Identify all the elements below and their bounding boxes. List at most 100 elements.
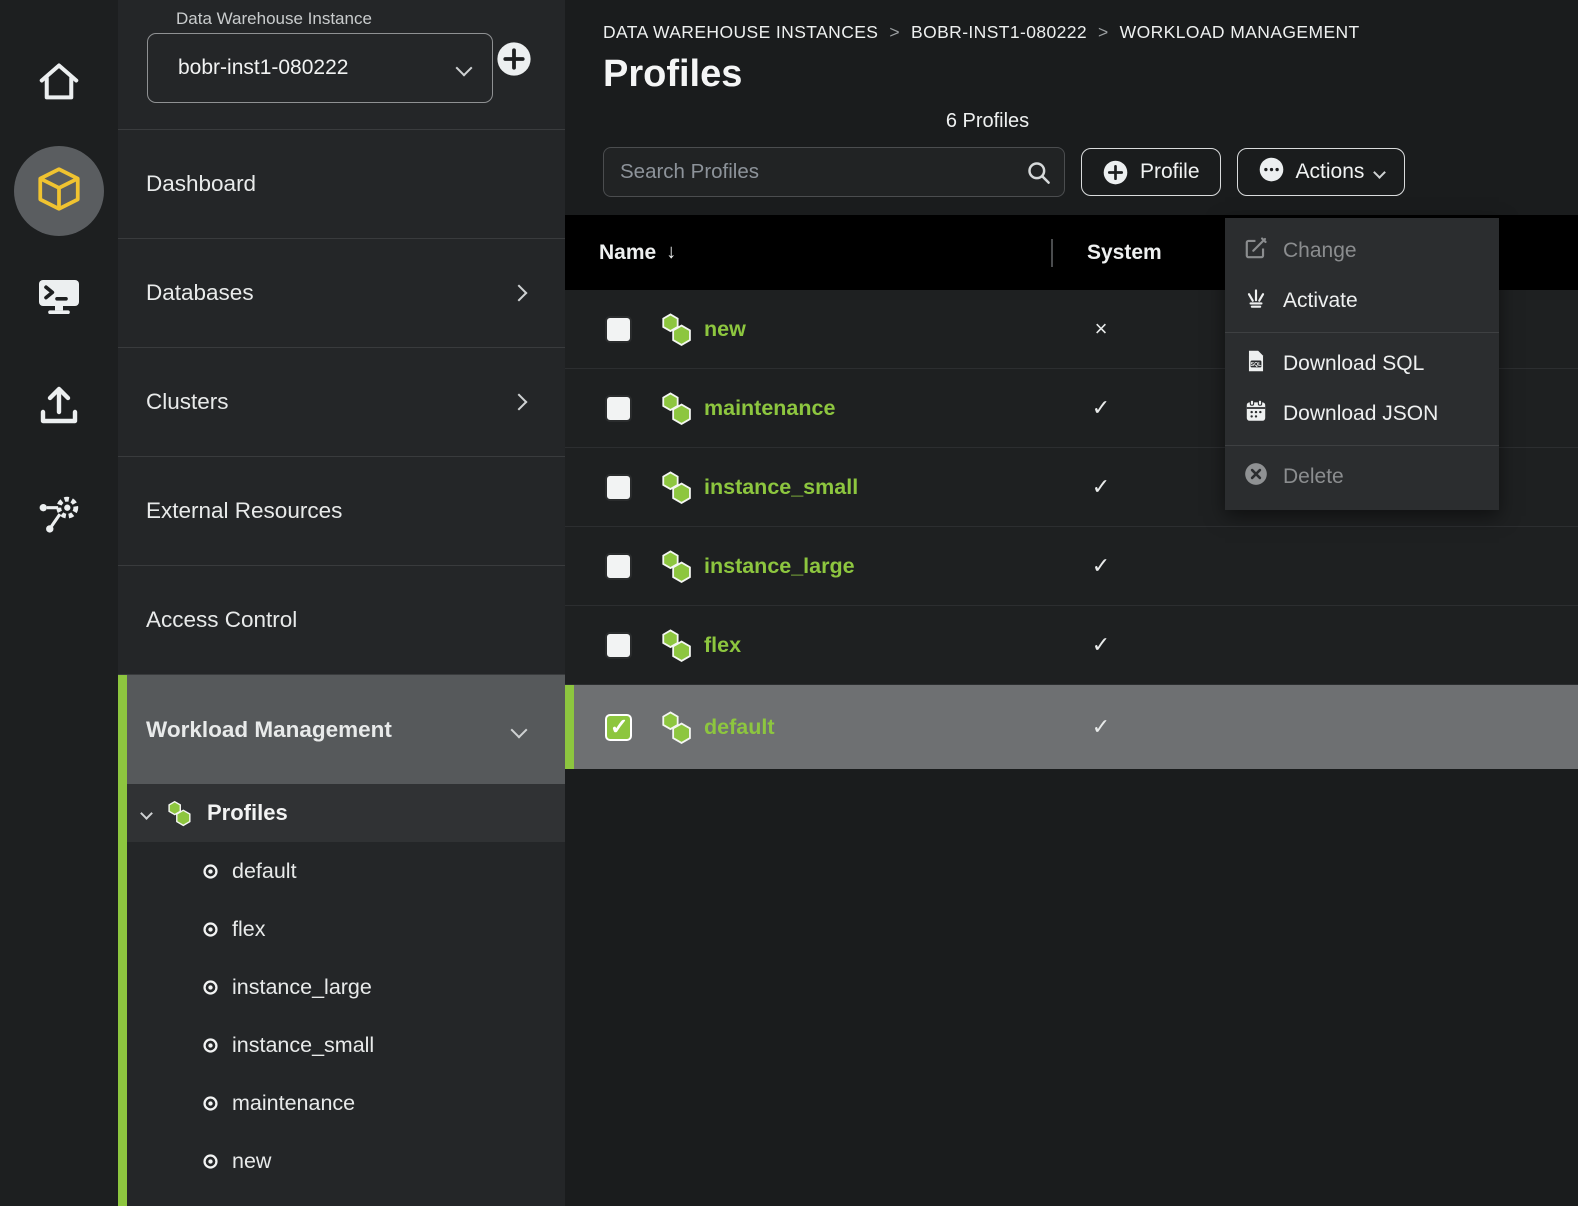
system-flag: × xyxy=(1083,316,1119,342)
profile-hexagons-icon xyxy=(658,311,694,347)
sidebar-item-label: Dashboard xyxy=(146,171,256,197)
sql-file-icon: SQL xyxy=(1243,348,1269,380)
tree-header-label: Profiles xyxy=(207,800,288,826)
system-flag: ✓ xyxy=(1083,714,1119,740)
column-header-name[interactable]: Name ↓ xyxy=(565,241,676,265)
tree-item-instance-large[interactable]: instance_large xyxy=(118,958,565,1016)
tree-item-label: instance_small xyxy=(232,1033,374,1058)
sidebar-item-label: Access Control xyxy=(146,607,297,633)
instances-button[interactable] xyxy=(14,146,104,236)
search-input[interactable] xyxy=(603,147,1065,197)
profile-node-icon xyxy=(202,1037,219,1054)
breadcrumb-link-instance[interactable]: BOBR-INST1-080222 xyxy=(911,22,1087,43)
home-icon xyxy=(36,59,82,110)
system-flag: ✓ xyxy=(1083,474,1119,500)
instance-picker-zone: Data Warehouse Instance bobr-inst1-08022… xyxy=(118,0,565,130)
upload-button[interactable] xyxy=(27,376,91,440)
profile-node-icon xyxy=(202,863,219,880)
cube-icon xyxy=(34,164,84,219)
profile-hexagons-icon xyxy=(658,390,694,426)
icon-rail xyxy=(0,0,118,1206)
sidebar-item-dashboard[interactable]: Dashboard xyxy=(118,130,565,239)
instance-picker-label: Data Warehouse Instance xyxy=(176,9,372,29)
profile-name-link[interactable]: new xyxy=(704,317,746,342)
profile-hexagons-icon xyxy=(658,709,694,745)
profile-name-link[interactable]: instance_small xyxy=(704,475,858,500)
profile-name-link[interactable]: maintenance xyxy=(704,396,835,421)
sidebar-item-label: Workload Management xyxy=(146,717,392,743)
plus-circle-icon xyxy=(1102,159,1129,186)
breadcrumb-current-page: WORKLOAD MANAGEMENT xyxy=(1120,22,1360,43)
sidebar-item-clusters[interactable]: Clusters xyxy=(118,348,565,457)
table-row-instance-large[interactable]: instance_large ✓ xyxy=(565,527,1578,606)
add-instance-button[interactable] xyxy=(495,40,533,78)
menu-item-download-sql[interactable]: SQL Download SQL xyxy=(1225,339,1499,389)
profile-node-icon xyxy=(202,1153,219,1170)
chevron-down-icon xyxy=(456,60,473,77)
profile-name-link[interactable]: default xyxy=(704,715,774,740)
profile-hexagons-icon xyxy=(658,627,694,663)
table-row-default[interactable]: default ✓ xyxy=(565,685,1578,769)
menu-item-change: Change xyxy=(1225,226,1499,276)
page-title: Profiles xyxy=(603,53,1578,96)
column-header-system[interactable]: System xyxy=(1087,241,1162,265)
sidebar: Data Warehouse Instance bobr-inst1-08022… xyxy=(118,0,565,1206)
tree-item-maintenance[interactable]: maintenance xyxy=(118,1074,565,1132)
header-divider xyxy=(1051,239,1053,267)
sidebar-item-workload-management[interactable]: Workload Management xyxy=(118,675,565,784)
profile-hexagons-icon xyxy=(658,548,694,584)
sort-descending-icon: ↓ xyxy=(666,241,676,264)
delete-circle-icon xyxy=(1243,461,1269,493)
row-checkbox[interactable] xyxy=(605,553,632,580)
sidebar-item-access-control[interactable]: Access Control xyxy=(118,566,565,675)
breadcrumb-link-instances[interactable]: DATA WAREHOUSE INSTANCES xyxy=(603,22,878,43)
tree-header-profiles[interactable]: Profiles xyxy=(118,784,565,842)
tree-item-new[interactable]: new xyxy=(118,1132,565,1190)
edit-icon xyxy=(1243,235,1269,267)
profiles-count: 6 Profiles xyxy=(565,110,1410,133)
terminal-button[interactable] xyxy=(27,266,91,330)
instance-select[interactable]: bobr-inst1-080222 xyxy=(147,33,493,103)
actions-button[interactable]: Actions xyxy=(1237,148,1406,196)
menu-divider xyxy=(1225,445,1499,446)
search-wrap xyxy=(603,147,1065,197)
row-checkbox[interactable] xyxy=(605,632,632,659)
menu-item-activate[interactable]: Activate xyxy=(1225,276,1499,326)
profile-name-link[interactable]: flex xyxy=(704,633,741,658)
menu-item-download-json[interactable]: Download JSON xyxy=(1225,389,1499,439)
integrations-button[interactable] xyxy=(27,486,91,550)
profile-node-icon xyxy=(202,979,219,996)
chevron-down-icon xyxy=(511,721,528,738)
home-button[interactable] xyxy=(27,52,91,116)
tree-item-label: instance_large xyxy=(232,975,372,1000)
system-flag: ✓ xyxy=(1083,632,1119,658)
table-row-flex[interactable]: flex ✓ xyxy=(565,606,1578,685)
tree-item-label: flex xyxy=(232,917,265,942)
profile-node-icon xyxy=(202,1095,219,1112)
row-checkbox[interactable] xyxy=(605,316,632,343)
search-icon xyxy=(1025,159,1052,191)
profile-name-link[interactable]: instance_large xyxy=(704,554,855,579)
add-profile-label: Profile xyxy=(1140,160,1200,184)
sidebar-item-label: Databases xyxy=(146,280,254,306)
actions-label: Actions xyxy=(1296,160,1365,184)
column-name-label: Name xyxy=(599,241,656,265)
sidebar-item-databases[interactable]: Databases xyxy=(118,239,565,348)
tree-item-label: new xyxy=(232,1149,271,1174)
tree-item-label: maintenance xyxy=(232,1091,355,1116)
row-checkbox[interactable] xyxy=(605,395,632,422)
active-section-accent xyxy=(118,675,127,1206)
row-checkbox-checked[interactable] xyxy=(605,714,632,741)
add-profile-button[interactable]: Profile xyxy=(1081,148,1221,196)
sidebar-item-external-resources[interactable]: External Resources xyxy=(118,457,565,566)
tree-item-flex[interactable]: flex xyxy=(118,900,565,958)
menu-divider xyxy=(1225,332,1499,333)
profile-hexagons-icon xyxy=(658,469,694,505)
system-flag: ✓ xyxy=(1083,553,1119,579)
tree-item-default[interactable]: default xyxy=(118,842,565,900)
instance-select-value: bobr-inst1-080222 xyxy=(178,56,348,80)
menu-item-delete: Delete xyxy=(1225,452,1499,502)
tree-item-instance-small[interactable]: instance_small xyxy=(118,1016,565,1074)
menu-item-label: Change xyxy=(1283,239,1357,263)
row-checkbox[interactable] xyxy=(605,474,632,501)
